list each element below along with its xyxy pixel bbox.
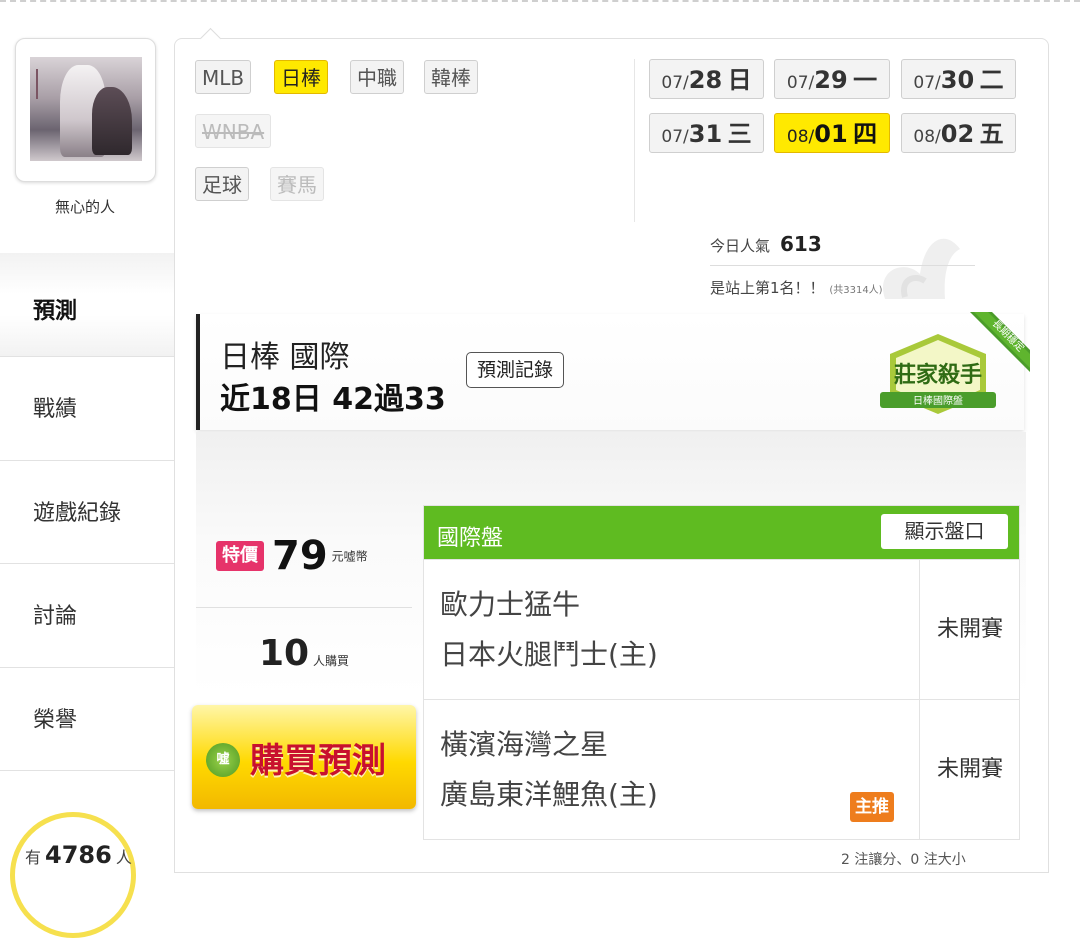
match-status: 未開賽 (919, 560, 1020, 699)
price-row: 特價 79 元噓幣 (216, 533, 368, 579)
panel-notch (199, 27, 222, 50)
date-weekday: 日 (727, 66, 752, 94)
coin-icon: 噓 (206, 743, 240, 777)
sidebar-item-label: 榮譽 (33, 708, 78, 733)
buyer-count-unit: 人購買 (313, 654, 350, 668)
table-header: 國際盤 顯示盤口 (424, 506, 1019, 559)
away-team: 橫濱海灣之星 (440, 728, 609, 761)
popularity: 今日人氣 613 (710, 232, 822, 256)
popularity-rank: 是站上第1名！！ (共3314人) (710, 277, 883, 298)
league-tag-mlb[interactable]: MLB (195, 60, 252, 94)
date-day: 28 (688, 66, 723, 94)
date-weekday: 三 (727, 120, 752, 148)
sidebar-item-predict[interactable]: 預測 (0, 253, 175, 356)
sidebar-item-discussion[interactable]: 討論 (0, 563, 175, 667)
svg-text:日棒國際盤: 日棒國際盤 (913, 394, 963, 407)
rank-total: (共3314人) (829, 285, 883, 296)
date-day: 02 (940, 120, 975, 148)
home-team: 廣島東洋鯉魚(主) (440, 778, 658, 811)
price-value: 79 (272, 533, 328, 579)
prediction-table: 國際盤 顯示盤口 歐力士猛牛 日本火腿鬥士(主) 未開賽 橫濱海灣之星 廣島東洋… (423, 505, 1020, 840)
avatar[interactable] (15, 38, 156, 182)
divider (710, 265, 975, 266)
table-row: 歐力士猛牛 日本火腿鬥士(主) 未開賽 (424, 559, 1019, 699)
avatar-image (30, 57, 142, 161)
bet-summary: 2 注讓分、0 注大小 (841, 852, 966, 868)
date-0801[interactable]: 08/01 四 (774, 113, 890, 153)
league-tag-npb[interactable]: 日棒 (274, 60, 328, 94)
prediction-record-button[interactable]: 預測記錄 (466, 352, 565, 388)
date-weekday: 二 (979, 66, 1004, 94)
date-month: 07/ (913, 73, 941, 93)
divider (196, 607, 412, 608)
league-tag-kbo[interactable]: 韓棒 (424, 60, 478, 94)
sidebar-item-game-log[interactable]: 遊戲紀錄 (0, 460, 175, 564)
date-0729[interactable]: 07/29 一 (774, 59, 890, 99)
sidebar-item-label: 戰績 (33, 397, 78, 422)
sidebar: 無心的人 預測 戰績 遊戲紀錄 討論 榮譽 有 4786 人 (0, 38, 175, 938)
date-month: 07/ (661, 127, 689, 147)
count-value: 4786 (45, 841, 112, 869)
date-day: 30 (940, 66, 975, 94)
sidebar-item-label: 遊戲紀錄 (33, 501, 122, 526)
match-status: 未開賽 (919, 700, 1020, 839)
username[interactable]: 無心的人 (0, 196, 170, 217)
date-month: 07/ (661, 73, 689, 93)
league-tag-soccer[interactable]: 足球 (195, 167, 249, 201)
date-month: 07/ (786, 73, 815, 93)
date-0728[interactable]: 07/28 日 (649, 59, 764, 99)
buy-prediction-button[interactable]: 噓 購買預測 (192, 705, 416, 809)
buy-prediction-label: 購買預測 (250, 741, 386, 781)
sidebar-item-honor[interactable]: 榮譽 (0, 667, 175, 771)
purchase-panel: 特價 79 元噓幣 10 人購買 噓 購買預測 (192, 505, 416, 872)
popularity-label: 今日人氣 (710, 237, 771, 255)
show-odds-button[interactable]: 顯示盤口 (881, 514, 1008, 549)
date-month: 08/ (786, 127, 815, 147)
follower-count-badge: 有 4786 人 (10, 812, 136, 938)
buyer-count-value: 10 (258, 633, 310, 674)
long-term-stable-ribbon-icon: 長期穩定 (970, 312, 1030, 372)
sidebar-item-record[interactable]: 戰績 (0, 356, 175, 460)
table-row: 橫濱海灣之星 廣島東洋鯉魚(主) 主推 未開賽 (424, 699, 1019, 839)
rank-text: 是站上第1名！！ (710, 279, 825, 297)
top-dashed-border (0, 0, 1080, 4)
league-tag-horse-racing: 賽馬 (270, 167, 324, 201)
league-tag-cpbl[interactable]: 中職 (350, 60, 404, 94)
price-unit: 元噓幣 (331, 549, 368, 564)
sidebar-item-label: 討論 (33, 604, 78, 629)
main-panel: MLB 日棒 中職 韓棒 WNBA 足球 賽馬 07/28 日 07/29 一 … (174, 27, 1049, 873)
main-pick-badge: 主推 (850, 792, 894, 822)
away-team: 歐力士猛牛 (440, 588, 581, 621)
date-month: 08/ (913, 127, 941, 147)
date-day: 31 (688, 120, 723, 148)
buyer-count: 10 人購買 (196, 633, 412, 674)
date-0730[interactable]: 07/30 二 (901, 59, 1016, 99)
count-suffix: 人 (115, 848, 132, 867)
sale-badge: 特價 (216, 541, 264, 571)
sidebar-item-label: 預測 (33, 299, 78, 324)
prediction-title-card: 日棒 國際 近18日 42過33 預測記錄 莊家殺手 日棒國際盤 長期穩定 (196, 312, 1030, 430)
divider (0, 770, 175, 771)
date-0731[interactable]: 07/31 三 (649, 113, 764, 153)
home-team: 日本火腿鬥士(主) (440, 638, 658, 671)
date-0802[interactable]: 08/02 五 (901, 113, 1016, 153)
date-day: 29 (814, 66, 848, 94)
date-weekday: 五 (979, 120, 1004, 148)
date-day: 01 (814, 120, 848, 148)
popularity-value: 613 (780, 232, 822, 256)
prediction-stats: 近18日 42過33 (220, 382, 446, 417)
divider (634, 59, 635, 222)
league-tag-wnba: WNBA (195, 114, 272, 148)
count-prefix: 有 (25, 848, 42, 867)
prediction-category: 日棒 國際 (220, 340, 350, 375)
table-title: 國際盤 (437, 526, 504, 551)
date-weekday: 一 (853, 66, 878, 94)
date-weekday: 四 (853, 120, 878, 148)
